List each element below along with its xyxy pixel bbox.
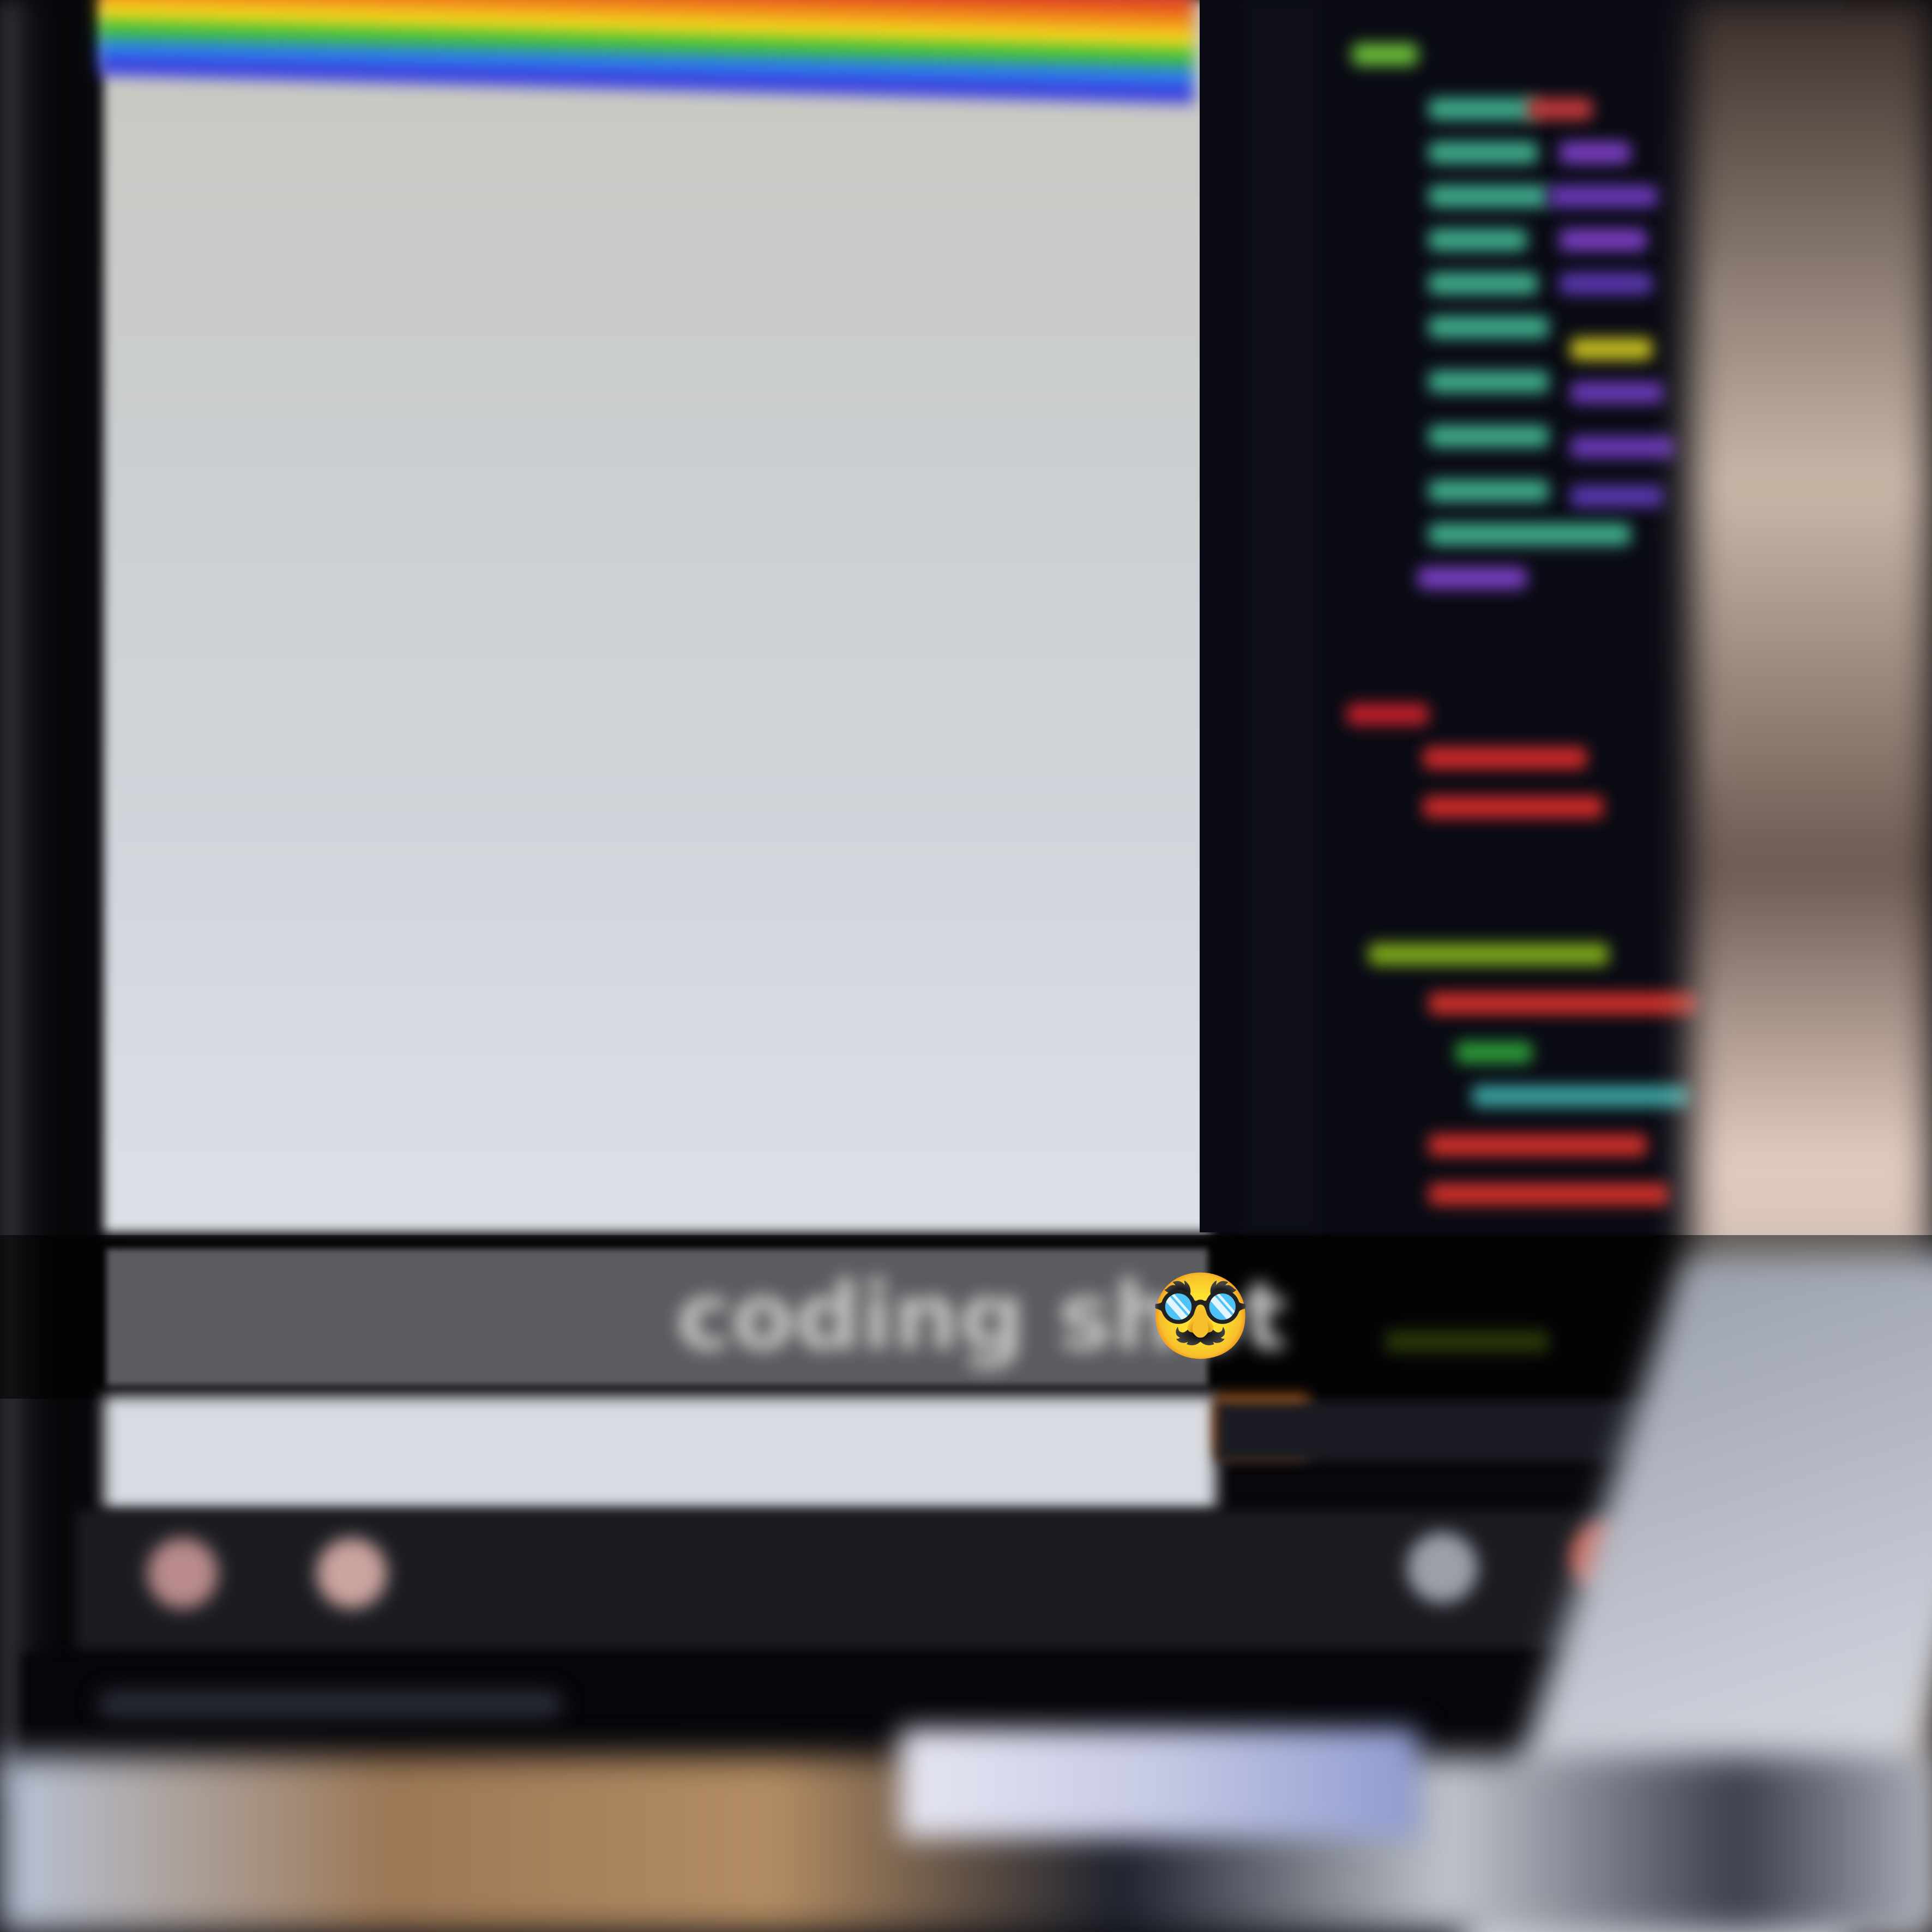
code-line xyxy=(1347,703,1429,725)
code-line xyxy=(1560,273,1652,294)
code-line xyxy=(1429,480,1549,502)
code-line xyxy=(1570,436,1674,458)
monitor-label xyxy=(98,1690,562,1718)
code-line xyxy=(1570,338,1652,360)
code-line xyxy=(1527,98,1592,120)
code-line xyxy=(1429,1134,1647,1156)
code-line xyxy=(1429,142,1538,164)
code-line xyxy=(1570,485,1663,507)
code-line xyxy=(1429,523,1630,545)
code-line xyxy=(1429,98,1538,120)
code-line xyxy=(1560,142,1630,164)
browser-panel xyxy=(104,0,1211,1232)
code-line xyxy=(1429,273,1538,294)
dock-avatar-icon xyxy=(1407,1532,1478,1603)
code-line xyxy=(1429,229,1527,251)
caption-text: coding shot xyxy=(676,1263,1287,1371)
browser-footer xyxy=(104,1396,1216,1510)
code-line xyxy=(1429,371,1549,393)
code-line xyxy=(1429,316,1549,338)
code-line xyxy=(1423,796,1603,818)
code-line xyxy=(1418,567,1527,589)
code-gutter xyxy=(1243,0,1320,1232)
keyboard xyxy=(900,1729,1418,1838)
code-line xyxy=(1423,747,1587,769)
code-line xyxy=(1429,185,1549,207)
code-line xyxy=(1369,943,1609,965)
code-line xyxy=(1429,992,1701,1014)
code-line xyxy=(1352,44,1418,65)
code-line xyxy=(1456,1042,1532,1063)
code-line xyxy=(1429,425,1549,447)
code-line xyxy=(1429,1183,1669,1205)
dock-avatar-icon xyxy=(316,1538,387,1609)
code-line xyxy=(1472,1085,1690,1107)
code-line xyxy=(1549,185,1658,207)
code-line xyxy=(1560,229,1647,251)
disguised-face-icon: 🥸 xyxy=(1149,1268,1251,1363)
dock-avatar-icon xyxy=(147,1538,218,1609)
photo-scene: coding shot 🥸 xyxy=(0,0,1932,1932)
code-line xyxy=(1570,382,1663,404)
